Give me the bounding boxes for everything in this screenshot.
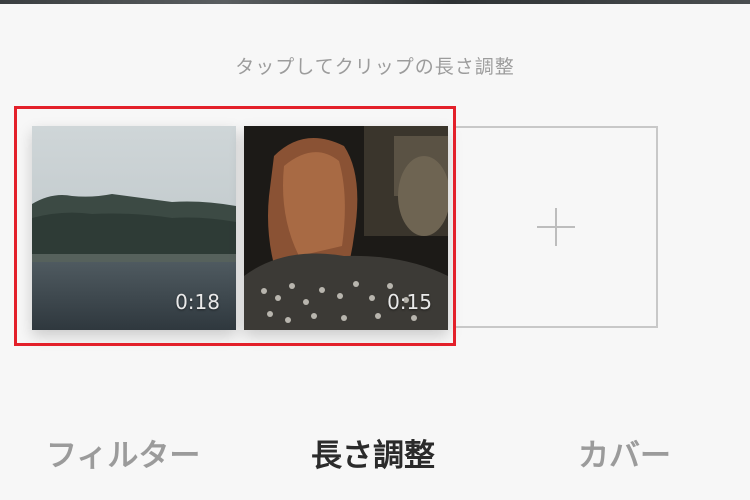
plus-icon <box>537 208 575 246</box>
clip-thumbnail-1[interactable]: 0:18 <box>32 126 236 330</box>
video-preview-edge <box>0 0 750 4</box>
clip-thumbnail-2[interactable]: 0:15 <box>244 126 448 330</box>
trim-hint-text: タップしてクリップの長さ調整 <box>235 56 515 78</box>
add-clip-button[interactable] <box>456 126 658 328</box>
clip-duration: 0:15 <box>387 290 432 314</box>
tab-filter[interactable]: フィルター <box>46 430 200 475</box>
editor-tab-bar: フィルター 長さ調整 カバー <box>0 430 750 486</box>
tab-cover[interactable]: カバー <box>578 430 671 475</box>
clip-timeline: 0:18 0:15 <box>16 108 460 348</box>
clip-duration: 0:18 <box>175 290 220 314</box>
trim-screen: タップしてクリップの長さ調整 0:18 0:15 フィルター 長さ調整 カバー <box>0 0 750 500</box>
tab-trim[interactable]: 長さ調整 <box>311 430 435 475</box>
